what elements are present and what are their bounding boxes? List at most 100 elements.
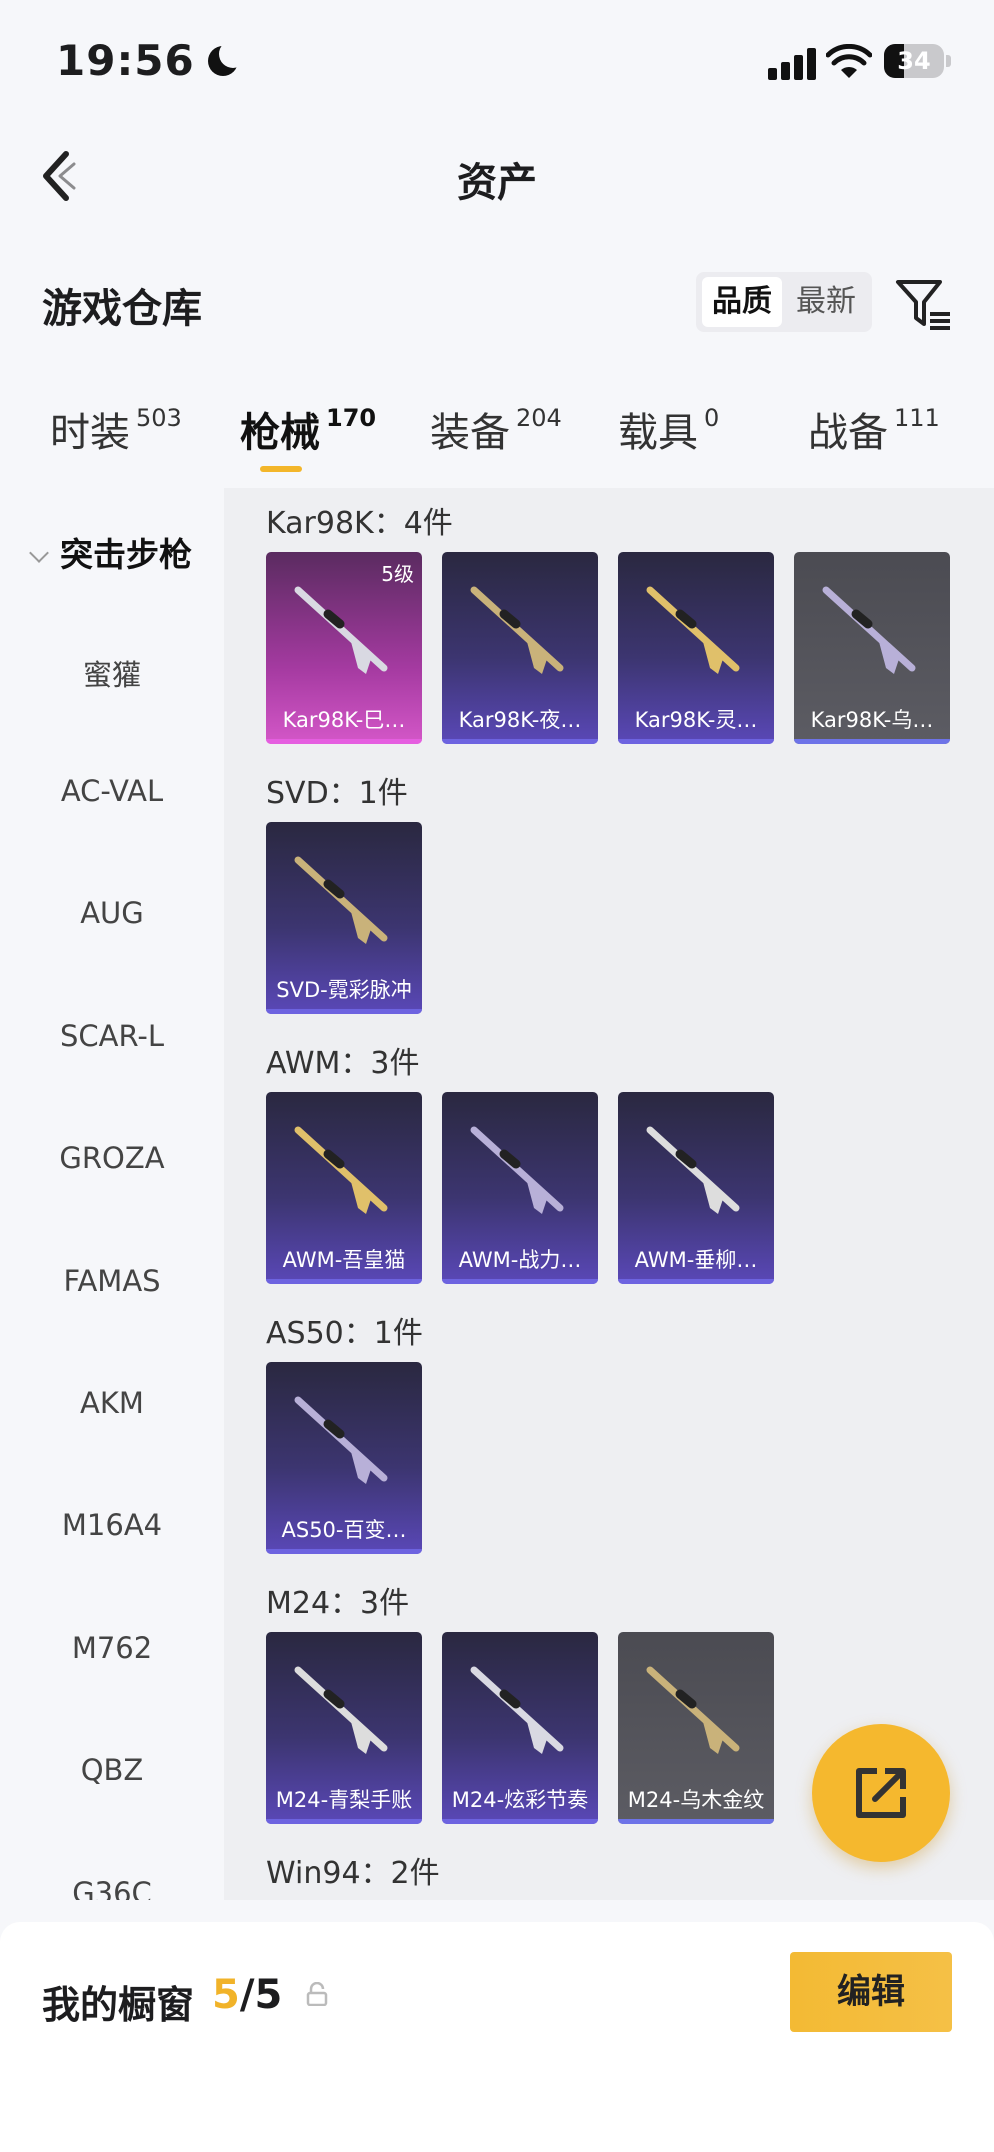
tab-label: 战备 xyxy=(808,410,888,456)
battery-icon: 34 xyxy=(884,44,944,78)
status-time: 19:56 xyxy=(56,36,195,85)
sidebar-item-famas[interactable]: FAMAS xyxy=(0,1264,224,1298)
rarity-bar xyxy=(266,1819,422,1824)
weapon-name: Kar98K-夜… xyxy=(458,708,582,732)
share-button[interactable] xyxy=(812,1724,950,1862)
weapon-name: AS50-百变… xyxy=(281,1518,407,1542)
level-badge: 5级 xyxy=(381,562,414,586)
sidebar-item-scar-l[interactable]: SCAR-L xyxy=(0,1019,224,1053)
weapon-card[interactable]: Kar98K-乌… xyxy=(794,552,950,744)
lock-icon xyxy=(306,1982,328,2006)
showcase-bar: 我的橱窗 5/5 编辑 xyxy=(0,1922,994,2152)
rarity-bar xyxy=(266,1009,422,1014)
tab-vehicles[interactable]: 载具 0 xyxy=(618,400,719,458)
showcase-label: 我的橱窗 xyxy=(42,1983,195,2027)
section-title: 游戏仓库 xyxy=(42,286,202,332)
rifle-icon xyxy=(470,1666,564,1754)
tab-count: 503 xyxy=(136,404,182,432)
rifle-icon xyxy=(646,1666,740,1754)
status-bar: 19:56 34 xyxy=(0,0,994,120)
weapon-name: M24-炫彩节奏 xyxy=(451,1788,589,1812)
tab-firearms[interactable]: 枪械 170 xyxy=(240,400,376,458)
rifle-icon xyxy=(470,586,564,674)
rarity-bar xyxy=(618,739,774,744)
weapon-card[interactable]: Kar98K-夜… xyxy=(442,552,598,744)
tab-count: 204 xyxy=(516,404,562,432)
sidebar-item-assault-rifle[interactable]: 突击步枪 xyxy=(0,528,224,576)
sidebar-item-akm[interactable]: AKM xyxy=(0,1386,224,1420)
sort-latest-option[interactable]: 最新 xyxy=(786,277,866,327)
tab-count: 111 xyxy=(894,404,940,432)
weapon-card[interactable]: AWM-战力… xyxy=(442,1092,598,1284)
weapon-name: AWM-垂柳… xyxy=(634,1248,758,1272)
tab-equipment[interactable]: 装备 204 xyxy=(430,400,562,458)
showcase-count: 5/5 xyxy=(212,1972,282,2018)
tab-label: 时装 xyxy=(50,410,130,456)
sidebar-item-m762[interactable]: M762 xyxy=(0,1631,224,1665)
weapon-card[interactable]: AS50-百变… xyxy=(266,1362,422,1554)
sidebar-item-m16a4[interactable]: M16A4 xyxy=(0,1508,224,1542)
moon-icon xyxy=(208,40,247,76)
tab-supplies[interactable]: 战备 111 xyxy=(808,400,940,458)
battery-tip xyxy=(946,55,951,67)
weapon-card[interactable]: AWM-垂柳… xyxy=(618,1092,774,1284)
page-title: 资产 xyxy=(457,160,537,206)
sidebar-item-groza[interactable]: GROZA xyxy=(0,1141,224,1175)
group-label: AS50：1件 xyxy=(266,1316,423,1351)
rarity-bar xyxy=(442,1819,598,1824)
showcase-current: 5 xyxy=(212,1972,240,2018)
tab-label: 装备 xyxy=(430,410,510,456)
rifle-icon xyxy=(294,1126,388,1214)
weapon-name: AWM-吾皇猫 xyxy=(282,1248,406,1272)
sidebar-item-ac-val[interactable]: AC-VAL xyxy=(0,774,224,808)
rarity-bar xyxy=(442,1279,598,1284)
rifle-icon xyxy=(294,586,388,674)
category-tabs: 时装 503 枪械 170 装备 204 载具 0 战备 111 xyxy=(0,400,994,480)
group-label: Kar98K：4件 xyxy=(266,506,453,541)
tab-active-indicator xyxy=(260,466,302,472)
group-label: AWM：3件 xyxy=(266,1046,420,1081)
sidebar-item-aug[interactable]: AUG xyxy=(0,896,224,930)
weapon-card[interactable]: SVD-霓彩脉冲 xyxy=(266,822,422,1014)
tab-outfits[interactable]: 时装 503 xyxy=(50,400,182,458)
weapon-card[interactable]: M24-乌木金纹 xyxy=(618,1632,774,1824)
weapon-card[interactable]: AWM-吾皇猫 xyxy=(266,1092,422,1284)
signal-icon xyxy=(768,46,816,80)
weapon-type-sidebar: 突击步枪 蜜獾 AC-VAL AUG SCAR-L GROZA FAMAS AK… xyxy=(0,488,224,1900)
filter-icon[interactable] xyxy=(894,274,954,334)
weapon-card[interactable]: Kar98K-灵… xyxy=(618,552,774,744)
showcase-total: /5 xyxy=(239,1972,283,2018)
weapon-grid: Kar98K：4件 5级 Kar98K-巳… Kar98K-夜… Kar98K-灵… Ka… xyxy=(224,488,994,1900)
rarity-bar xyxy=(266,1279,422,1284)
weapon-name: AWM-战力… xyxy=(458,1248,582,1272)
wifi-icon xyxy=(826,44,872,78)
weapon-card[interactable]: M24-青梨手账 xyxy=(266,1632,422,1824)
external-link-icon xyxy=(856,1768,906,1818)
sidebar-item-g36c[interactable]: G36C xyxy=(0,1876,224,1900)
weapon-card[interactable]: 5级 Kar98K-巳… xyxy=(266,552,422,744)
rarity-bar xyxy=(442,739,598,744)
weapon-name: Kar98K-乌… xyxy=(810,708,934,732)
rifle-icon xyxy=(470,1126,564,1214)
sort-quality-option[interactable]: 品质 xyxy=(702,277,782,327)
weapon-name: Kar98K-灵… xyxy=(634,708,758,732)
chevron-down-icon xyxy=(29,543,49,563)
sidebar-item-honey-badger[interactable]: 蜜獾 xyxy=(0,652,224,694)
rifle-icon xyxy=(294,856,388,944)
weapon-name: SVD-霓彩脉冲 xyxy=(276,978,412,1002)
rifle-icon xyxy=(646,1126,740,1214)
sort-toggle: 品质 最新 xyxy=(696,272,872,332)
rifle-icon xyxy=(294,1666,388,1754)
rarity-bar xyxy=(794,739,950,744)
edit-button[interactable]: 编辑 xyxy=(790,1952,952,2032)
rarity-bar xyxy=(618,1279,774,1284)
rarity-bar xyxy=(266,739,422,744)
group-label: M24：3件 xyxy=(266,1586,410,1621)
sidebar-item-qbz[interactable]: QBZ xyxy=(0,1753,224,1787)
rarity-bar xyxy=(618,1819,774,1824)
rifle-icon xyxy=(294,1396,388,1484)
rifle-icon xyxy=(646,586,740,674)
battery-percent: 34 xyxy=(897,47,931,75)
weapon-card[interactable]: M24-炫彩节奏 xyxy=(442,1632,598,1824)
rifle-icon xyxy=(822,586,916,674)
